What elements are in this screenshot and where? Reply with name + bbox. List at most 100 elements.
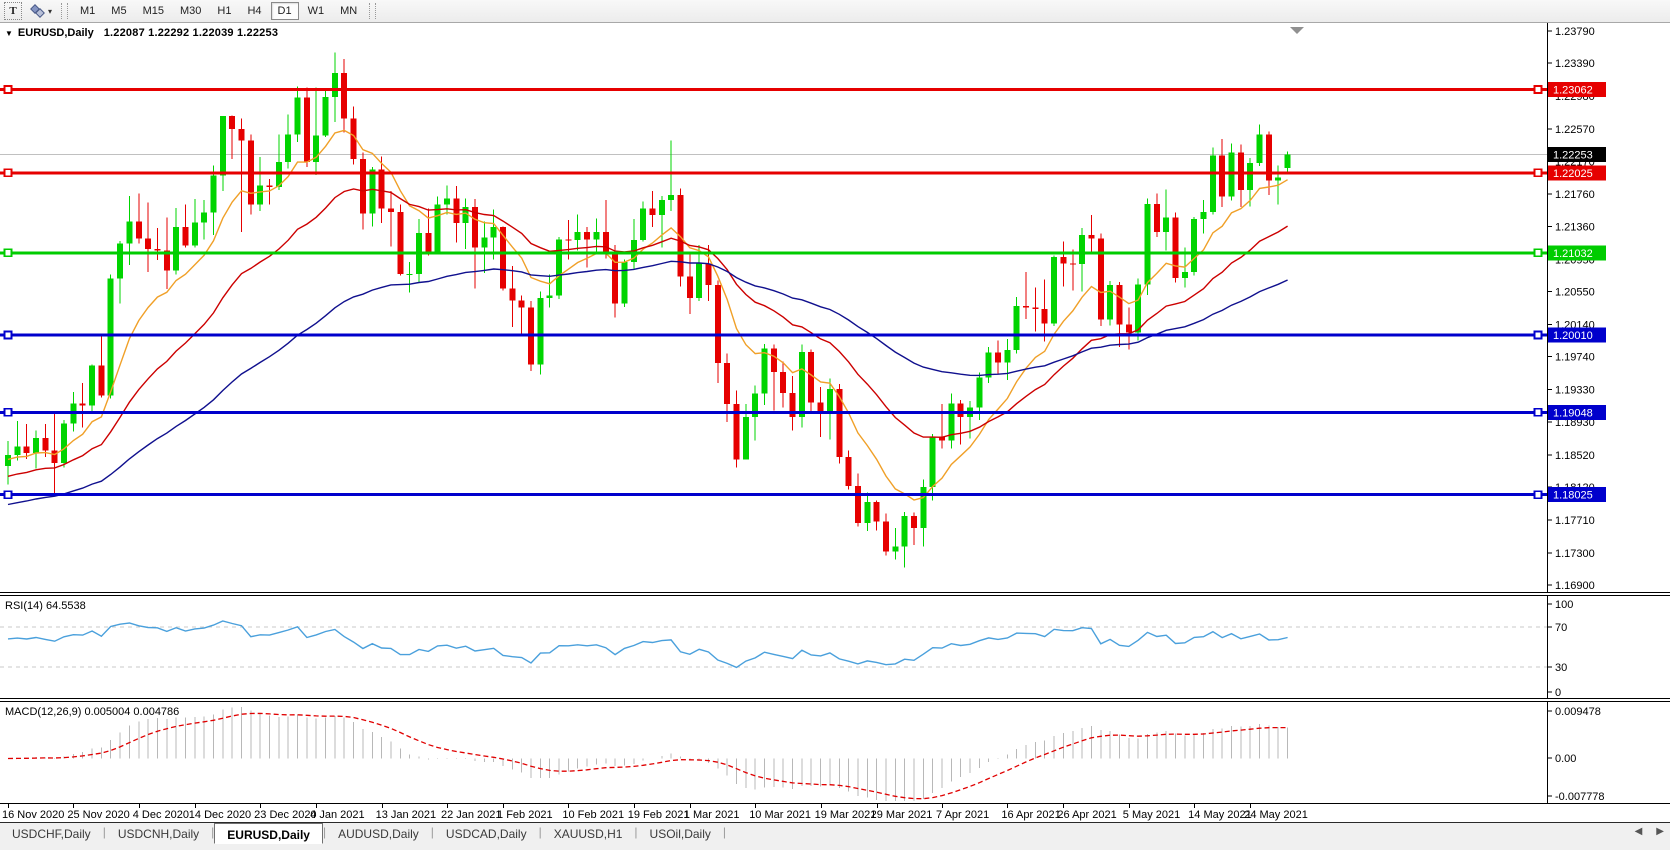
macd-panel[interactable]: 0.0094780.00-0.007778 (0, 702, 1670, 803)
date-label: 13 Jan 2021 (376, 809, 437, 821)
candle (930, 434, 936, 501)
date-tick (755, 804, 756, 808)
candle-body (220, 116, 226, 176)
terminal-window: T ▾ M1M5M15M30H1H4D1W1MN 1.237901.233901… (0, 0, 1670, 850)
timeframe-button-d1[interactable]: D1 (271, 2, 299, 20)
chart-tab-usoil[interactable]: USOil,Daily (638, 823, 723, 842)
candle-body (509, 288, 515, 300)
chart-tab-eurusd[interactable]: EURUSD,Daily (214, 823, 323, 844)
date-axis[interactable]: 16 Nov 202025 Nov 20204 Dec 202014 Dec 2… (0, 803, 1670, 823)
candle-body (995, 353, 1001, 363)
timeframe-button-m5[interactable]: M5 (104, 2, 133, 20)
line-drag-handle[interactable] (1535, 331, 1542, 338)
candle-body (958, 403, 964, 417)
candle-body (659, 200, 665, 215)
candle-body (136, 222, 142, 239)
candle (920, 480, 926, 547)
date-tick (73, 804, 74, 808)
candle-body (1032, 308, 1038, 310)
line-drag-handle[interactable] (1535, 86, 1542, 93)
timeframe-button-h4[interactable]: H4 (240, 2, 268, 20)
chart-tab-usdcnh[interactable]: USDCNH,Daily (106, 823, 211, 842)
timeframe-button-m30[interactable]: M30 (173, 2, 208, 20)
text-tool-button[interactable]: T (4, 2, 22, 20)
candle-body (1219, 156, 1225, 197)
horizontal-line[interactable] (0, 249, 1547, 256)
candle-body (42, 438, 48, 451)
candle (1023, 272, 1029, 319)
candle (154, 228, 160, 260)
candle (304, 87, 310, 167)
candle-body (295, 98, 301, 135)
line-drag-handle[interactable] (5, 86, 12, 93)
candle-body (584, 232, 590, 239)
date-tick (568, 804, 569, 808)
candle (519, 296, 525, 334)
candle-body (1182, 272, 1188, 278)
timeframe-button-m15[interactable]: M15 (136, 2, 171, 20)
candle-body (126, 222, 132, 244)
candle-body (323, 97, 329, 136)
cursor-mode-button[interactable]: ▾ (24, 2, 56, 20)
candle (995, 341, 1001, 375)
candle-body (304, 98, 310, 162)
line-drag-handle[interactable] (1535, 169, 1542, 176)
toolbar-grip[interactable] (369, 3, 376, 19)
candle-body (444, 198, 450, 204)
line-drag-handle[interactable] (5, 249, 12, 256)
candle-body (239, 129, 245, 140)
chart-tab-xauusd[interactable]: XAUUSD,H1 (542, 823, 635, 842)
main-price-chart[interactable]: 1.237901.233901.229801.225701.221701.217… (0, 23, 1670, 592)
line-drag-handle[interactable] (1535, 249, 1542, 256)
chart-tab-usdchf[interactable]: USDCHF,Daily (0, 823, 103, 842)
candle-body (827, 389, 833, 413)
candle-body (1229, 152, 1235, 196)
candle-body (780, 372, 786, 393)
chart-tab-usdcad[interactable]: USDCAD,Daily (434, 823, 539, 842)
candle-body (855, 486, 861, 523)
line-drag-handle[interactable] (5, 169, 12, 176)
horizontal-line[interactable] (0, 491, 1547, 498)
scroll-left-icon[interactable]: ◀ (1635, 826, 1643, 837)
candle-body (621, 262, 627, 304)
price-badge: 1.22253 (1548, 147, 1606, 162)
line-drag-handle[interactable] (1535, 491, 1542, 498)
candle-body (565, 239, 571, 240)
candle (1032, 288, 1038, 332)
timeframe-button-w1[interactable]: W1 (301, 2, 332, 20)
date-tick (634, 804, 635, 808)
scroll-right-icon[interactable]: ▶ (1656, 826, 1664, 837)
chart-tab-audusd[interactable]: AUDUSD,Daily (326, 823, 431, 842)
line-drag-handle[interactable] (5, 409, 12, 416)
timeframe-button-mn[interactable]: MN (333, 2, 364, 20)
timeframe-button-h1[interactable]: H1 (210, 2, 238, 20)
price-badge: 1.19048 (1548, 405, 1606, 420)
price-tick-label: 1.20550 (1555, 287, 1595, 299)
date-label: 7 Apr 2021 (936, 809, 989, 821)
diamond-arrows-icon (28, 4, 46, 18)
candle-body (846, 457, 852, 486)
timeframe-button-m1[interactable]: M1 (73, 2, 102, 20)
candle-body (1004, 350, 1010, 362)
line-drag-handle[interactable] (1535, 409, 1542, 416)
horizontal-line[interactable] (0, 331, 1547, 338)
candle (1154, 193, 1160, 236)
candle (182, 205, 188, 248)
candle (948, 394, 954, 449)
horizontal-line[interactable] (0, 169, 1547, 176)
horizontal-line[interactable] (0, 86, 1547, 93)
line-drag-handle[interactable] (5, 331, 12, 338)
candle-body (1079, 235, 1085, 264)
date-tick (139, 804, 140, 808)
candle (210, 165, 216, 235)
candle-body (1173, 218, 1179, 278)
macd-tick-label: -0.007778 (1555, 791, 1605, 803)
candle (771, 345, 777, 411)
rsi-tick-label: 100 (1555, 599, 1573, 611)
date-label: 16 Nov 2020 (2, 809, 64, 821)
toolbar-grip[interactable] (61, 3, 68, 19)
price-tick-label: 1.21360 (1555, 221, 1595, 233)
rsi-panel[interactable]: 10070300 (0, 596, 1670, 698)
expand-triangle-icon[interactable]: ▼ (5, 29, 13, 38)
line-drag-handle[interactable] (5, 491, 12, 498)
